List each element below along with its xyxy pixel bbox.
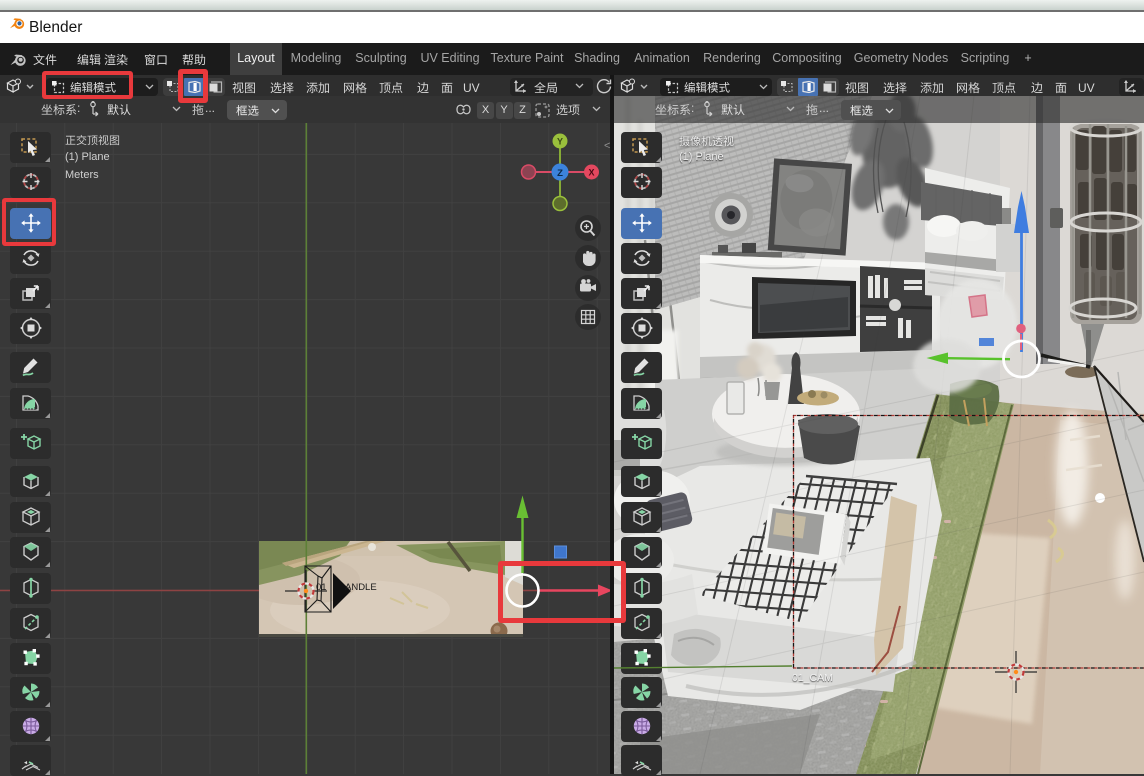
- svg-text:X: X: [588, 168, 594, 178]
- svg-text:Y: Y: [557, 137, 563, 147]
- svg-text:<: <: [604, 140, 610, 152]
- svg-text:Z: Z: [557, 168, 563, 179]
